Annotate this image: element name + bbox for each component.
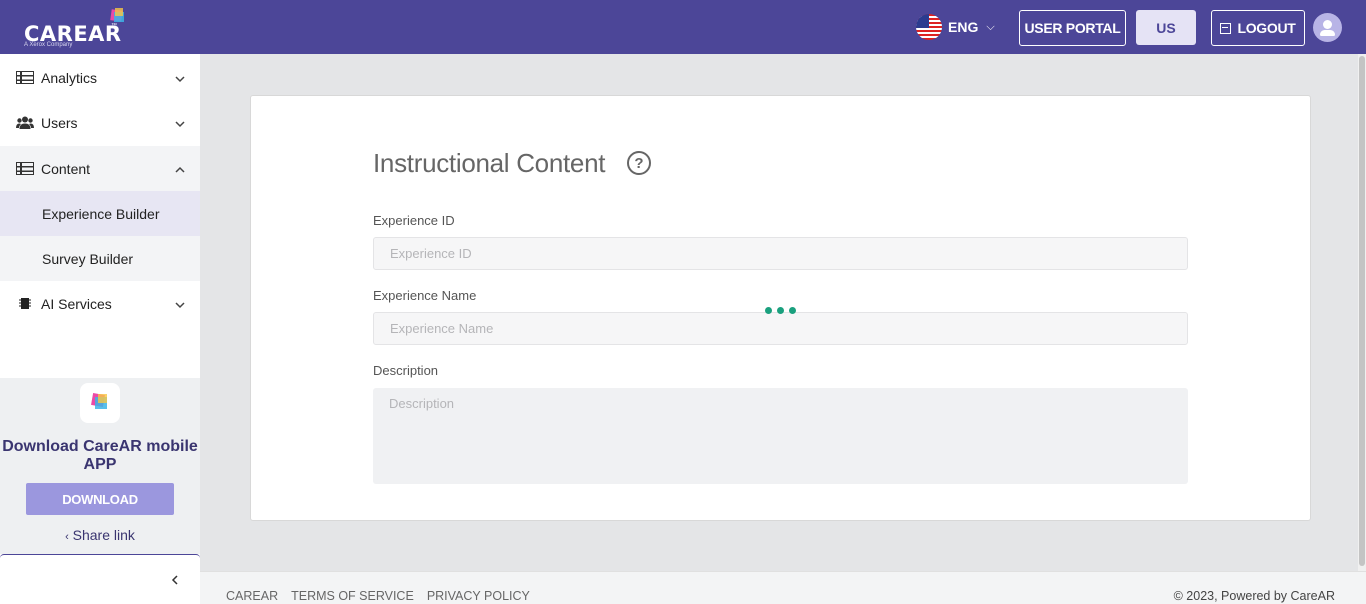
sidebar-item-users[interactable]: Users	[0, 100, 200, 145]
chevron-down-icon: ⌵	[986, 20, 995, 33]
experience-name-input[interactable]	[373, 312, 1188, 345]
sidebar: Analytics Users Content Experience Build…	[0, 54, 200, 604]
table-icon	[16, 162, 34, 175]
chevron-left-icon[interactable]	[170, 574, 180, 586]
download-button[interactable]: DOWNLOAD	[26, 483, 174, 515]
chip-icon	[19, 298, 31, 309]
share-link-label: Share link	[72, 527, 135, 543]
logo-tagline: A Xerox Company	[24, 42, 73, 48]
logout-icon	[1220, 22, 1232, 34]
chevron-down-icon	[175, 121, 185, 128]
carear-app-icon	[80, 383, 120, 423]
table-icon	[16, 71, 34, 84]
page-title: Instructional Content	[373, 148, 606, 178]
user-portal-button[interactable]: USER PORTAL	[1019, 10, 1126, 46]
carear-logo[interactable]: CAREAR ™ A Xerox Company	[22, 6, 132, 50]
share-icon: ‹	[65, 531, 69, 543]
sidebar-collapse-bar	[0, 554, 200, 604]
sidebar-item-label: Content	[41, 160, 91, 177]
sidebar-item-label: Users	[41, 114, 78, 131]
users-icon	[16, 116, 34, 129]
page-scrollbar[interactable]	[1358, 54, 1366, 571]
logo-trademark: ™	[111, 23, 117, 29]
top-navbar: CAREAR ™ A Xerox Company ENG ⌵ USER PORT…	[0, 0, 1366, 54]
mobile-app-promo: Download CareAR mobile APP DOWNLOAD ‹ Sh…	[0, 378, 200, 554]
region-button[interactable]: US	[1136, 10, 1196, 45]
user-avatar[interactable]	[1313, 13, 1342, 42]
us-flag-icon	[916, 14, 942, 40]
chevron-down-icon	[175, 76, 185, 83]
language-selector[interactable]: ENG ⌵	[916, 13, 995, 41]
share-link[interactable]: ‹ Share link	[0, 527, 200, 543]
promo-title: Download CareAR mobile APP	[2, 438, 198, 473]
sidebar-item-analytics[interactable]: Analytics	[0, 55, 200, 100]
experience-id-label: Experience ID	[373, 213, 455, 228]
sidebar-item-content[interactable]: Content	[0, 146, 200, 191]
sidebar-item-ai-services[interactable]: AI Services	[0, 281, 200, 326]
sidebar-item-label: Survey Builder	[42, 250, 134, 267]
footer: CAREAR TERMS OF SERVICE PRIVACY POLICY ©…	[200, 571, 1366, 604]
sidebar-item-label: Analytics	[41, 69, 98, 86]
chevron-up-icon	[175, 166, 185, 173]
copyright-text: © 2023, Powered by CareAR	[1173, 589, 1335, 603]
experience-id-input[interactable]	[373, 237, 1188, 270]
logout-label: LOGOUT	[1237, 20, 1296, 36]
experience-name-label: Experience Name	[373, 288, 477, 303]
chevron-down-icon	[175, 302, 185, 309]
footer-link-carear[interactable]: CAREAR	[226, 589, 278, 603]
language-code: ENG	[948, 19, 979, 35]
sidebar-item-survey-builder[interactable]: Survey Builder	[0, 236, 200, 281]
help-icon[interactable]: ?	[627, 151, 651, 175]
loading-indicator	[765, 307, 799, 315]
footer-link-terms[interactable]: TERMS OF SERVICE	[291, 589, 414, 603]
description-label: Description	[373, 363, 439, 378]
description-textarea[interactable]	[373, 388, 1188, 484]
footer-links: CAREAR TERMS OF SERVICE PRIVACY POLICY	[226, 589, 530, 603]
footer-link-privacy[interactable]: PRIVACY POLICY	[427, 589, 530, 603]
logout-button[interactable]: LOGOUT	[1211, 10, 1305, 46]
sidebar-item-experience-builder[interactable]: Experience Builder	[0, 191, 200, 236]
instructional-content-card: Instructional Content ? Experience ID Ex…	[250, 95, 1311, 521]
sidebar-item-label: AI Services	[41, 295, 112, 312]
sidebar-item-label: Experience Builder	[42, 205, 160, 222]
